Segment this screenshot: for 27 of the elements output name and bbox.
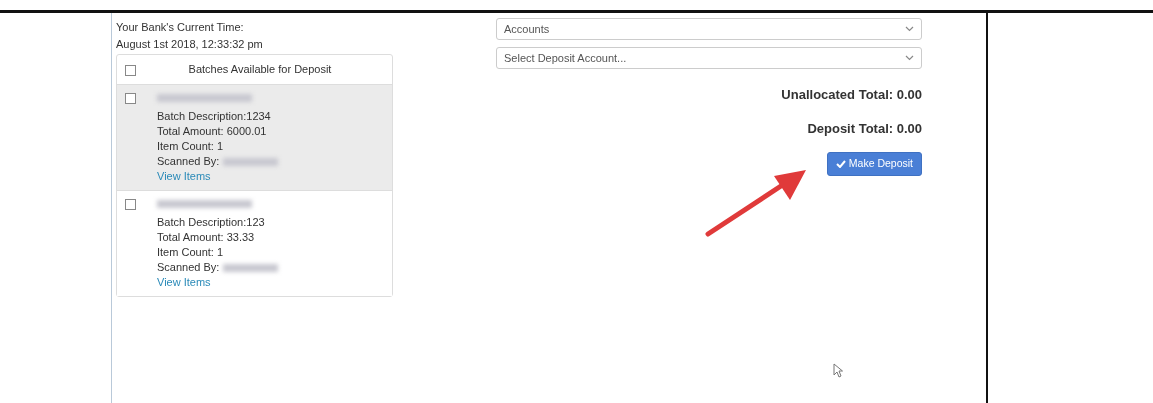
total-amount: Total Amount: 33.33 [157, 229, 256, 245]
dropdown[interactable]: Select Deposit Account... [496, 47, 922, 69]
view-items-link[interactable]: View Items [157, 275, 211, 288]
redacted-text [223, 157, 279, 166]
item-count: Item Count: 1 [157, 244, 225, 260]
item-count: Item Count: 1 [157, 138, 225, 154]
checkbox[interactable] [125, 198, 136, 210]
chevron-down-icon [905, 55, 914, 61]
total-label: Unallocated Total: 0.00 [781, 87, 922, 102]
total-label: Deposit Total: 0.00 [807, 120, 922, 136]
time-value: August 1st 2018, 12:33:32 pm [116, 36, 264, 52]
panel-header: Batches Available for Deposit [187, 62, 333, 77]
batch-description: Batch Description:1234 [157, 108, 272, 124]
checkbox[interactable] [125, 64, 136, 76]
dropdown[interactable]: Accounts [496, 18, 922, 40]
scanned-by-label: Scanned By: [157, 154, 220, 167]
scanned-by-label: Scanned By: [157, 260, 220, 273]
check-icon [835, 160, 846, 169]
checkbox[interactable] [125, 92, 136, 104]
time-label: Your Bank's Current Time: [116, 20, 245, 35]
make-deposit-button[interactable]: Make Deposit [826, 152, 922, 176]
mouse-cursor-icon [833, 363, 843, 378]
chevron-down-icon [905, 26, 914, 32]
batch-description: Batch Description:123 [157, 214, 266, 230]
total-amount: Total Amount: 6000.01 [157, 123, 268, 139]
redacted-text [223, 263, 279, 272]
view-items-link[interactable]: View Items [157, 169, 211, 182]
